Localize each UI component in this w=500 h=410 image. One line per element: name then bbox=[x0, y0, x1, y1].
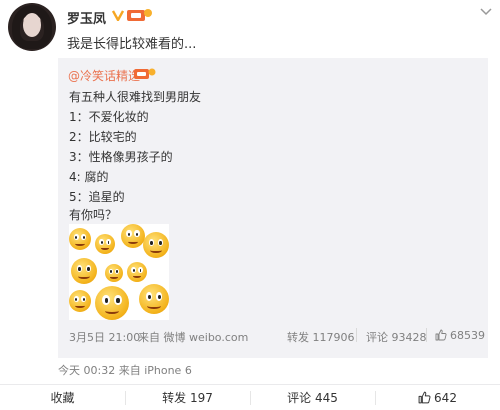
emoji-face bbox=[69, 290, 91, 312]
emoji-face bbox=[71, 258, 97, 284]
chevron-down-icon[interactable] bbox=[480, 8, 492, 16]
original-comment-count[interactable]: 评论 93428 bbox=[366, 329, 427, 345]
emoji-face bbox=[105, 264, 123, 282]
original-post-time[interactable]: 3月5日 21:00 bbox=[69, 329, 140, 345]
avatar[interactable] bbox=[8, 3, 56, 51]
divider bbox=[356, 328, 357, 342]
emoji-face bbox=[121, 224, 145, 248]
thumb-up-icon bbox=[418, 391, 431, 404]
repost-line: 4: 腐的 bbox=[69, 170, 109, 184]
repost-line: 有你吗？ bbox=[69, 208, 118, 222]
divider bbox=[426, 328, 427, 342]
post-image-thumbnail[interactable] bbox=[69, 224, 169, 320]
original-author-link[interactable]: @冷笑话精选 bbox=[68, 67, 140, 84]
repost-line: 2：比较宅的 bbox=[69, 130, 137, 144]
repost-line: 1：不爱化妆的 bbox=[69, 110, 149, 124]
emoji-face bbox=[95, 286, 129, 320]
emoji-face bbox=[69, 228, 91, 250]
post-text: 我是长得比较难看的... bbox=[67, 37, 197, 52]
like-button[interactable]: 642 bbox=[375, 385, 500, 410]
weibo-post-card: 罗玉凤 我是长得比较难看的... @冷笑话精选 有五种人很难找到男朋友 1：不爱… bbox=[0, 0, 500, 410]
vip-icon[interactable] bbox=[127, 8, 153, 22]
repost-line: 有五种人很难找到男朋友 bbox=[69, 90, 202, 104]
original-forward-count[interactable]: 转发 117906 bbox=[287, 329, 355, 345]
thumb-up-icon[interactable] bbox=[435, 329, 447, 341]
post-time-source[interactable]: 今天 00:32 来自 iPhone 6 bbox=[58, 362, 192, 378]
vip-icon[interactable] bbox=[134, 67, 156, 80]
repost-line: 3：性格像男孩子的 bbox=[69, 150, 173, 164]
verified-icon bbox=[112, 10, 124, 21]
action-bar: 收藏 转发 197 评论 445 642 bbox=[0, 384, 500, 410]
original-post-source[interactable]: 来自 微博 weibo.com bbox=[138, 329, 248, 345]
avatar-face bbox=[23, 13, 41, 37]
favorite-button[interactable]: 收藏 bbox=[0, 385, 125, 410]
comment-button[interactable]: 评论 445 bbox=[250, 385, 375, 410]
forward-button[interactable]: 转发 197 bbox=[125, 385, 250, 410]
like-count: 642 bbox=[434, 391, 457, 405]
original-like-count[interactable]: 68539 bbox=[450, 329, 485, 342]
emoji-face bbox=[139, 284, 169, 314]
emoji-face bbox=[143, 232, 169, 258]
emoji-face bbox=[95, 234, 115, 254]
author-name[interactable]: 罗玉凤 bbox=[67, 8, 106, 27]
emoji-face bbox=[127, 262, 147, 282]
repost-box: @冷笑话精选 有五种人很难找到男朋友 1：不爱化妆的 2：比较宅的 3：性格像男… bbox=[58, 58, 488, 358]
repost-line: 5：追星的 bbox=[69, 190, 125, 204]
